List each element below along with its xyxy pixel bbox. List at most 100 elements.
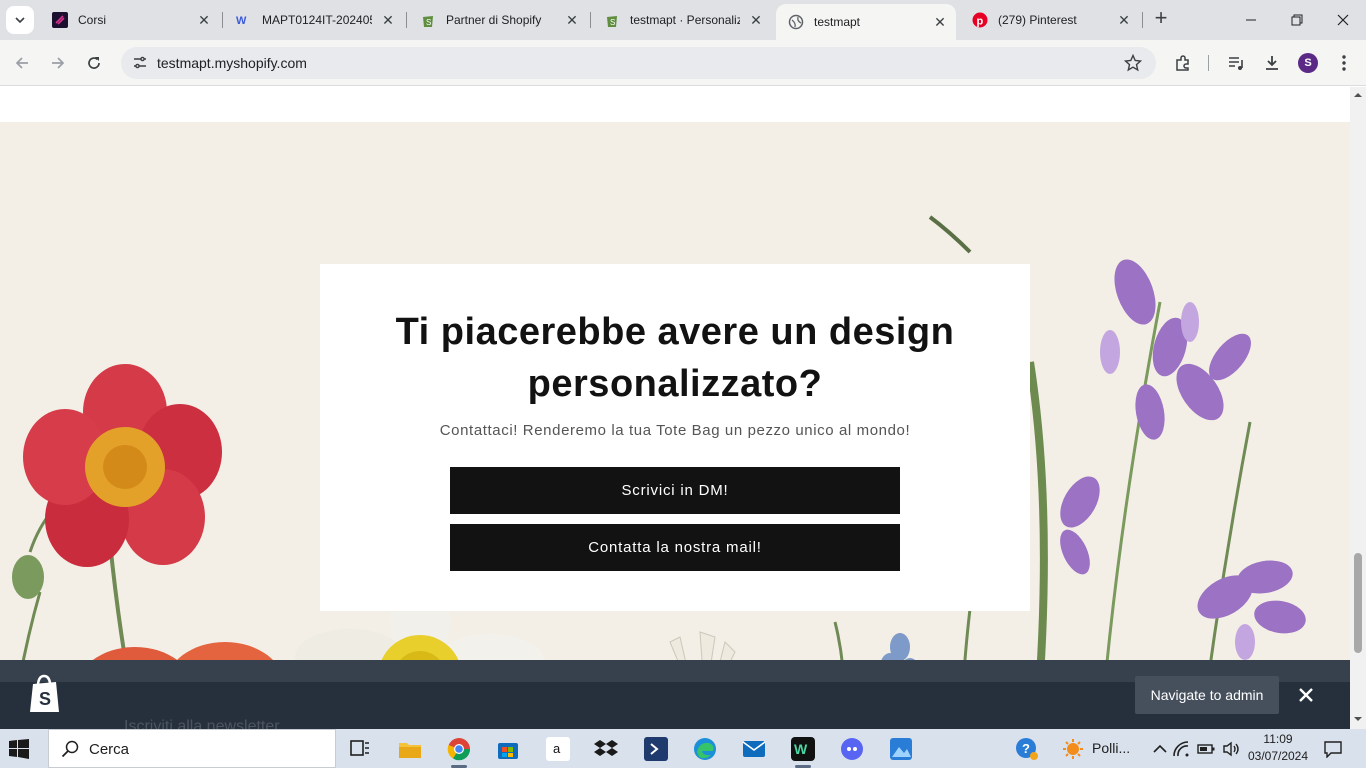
scroll-up-arrow-icon[interactable] xyxy=(1350,89,1366,101)
svg-text:S: S xyxy=(610,18,615,27)
svg-text:a: a xyxy=(553,741,561,756)
clock-date[interactable]: 03/07/2024 xyxy=(1246,749,1310,763)
weather-icon[interactable] xyxy=(1058,734,1088,764)
extensions-button[interactable] xyxy=(1169,49,1197,77)
volume-icon[interactable] xyxy=(1218,734,1244,764)
bookmark-star-icon[interactable] xyxy=(1122,52,1144,74)
navigate-to-admin-button[interactable]: Navigate to admin xyxy=(1135,676,1279,714)
reload-button[interactable] xyxy=(80,49,108,77)
tab-search-button[interactable] xyxy=(6,6,34,34)
close-icon[interactable]: ✕ xyxy=(932,14,948,30)
downloads-button[interactable] xyxy=(1258,49,1286,77)
tab-shopify-partner[interactable]: S Partner di Shopify ✕ xyxy=(408,0,588,40)
close-window-button[interactable] xyxy=(1320,0,1366,40)
browser-tab-strip: Corsi ✕ W MAPT0124IT-2024051 ✕ S Partner… xyxy=(0,0,1366,40)
site-info-icon[interactable] xyxy=(131,54,149,72)
powershell-icon[interactable] xyxy=(641,734,671,764)
arrow-left-icon xyxy=(15,57,28,69)
webex-icon[interactable]: W xyxy=(788,734,818,764)
help-icon[interactable]: ? xyxy=(1012,734,1042,764)
clock-time[interactable]: 11:09 xyxy=(1250,732,1306,746)
menu-button[interactable] xyxy=(1330,49,1358,77)
tab-testmapt-personalizza[interactable]: S testmapt · Personalizza ✕ xyxy=(592,0,772,40)
reload-icon xyxy=(88,57,100,69)
tab-title: (279) Pinterest xyxy=(998,13,1077,27)
task-view-icon[interactable] xyxy=(345,734,375,764)
svg-text:?: ? xyxy=(1022,741,1030,756)
tab-separator xyxy=(406,12,407,28)
scroll-thumb[interactable] xyxy=(1354,553,1362,653)
notifications-icon[interactable] xyxy=(1318,734,1348,764)
tab-title: Partner di Shopify xyxy=(446,13,542,27)
windows-start-icon[interactable] xyxy=(8,738,30,760)
section-heading: Ti piacerebbe avere un design personaliz… xyxy=(395,311,955,405)
weather-label[interactable]: Polli... xyxy=(1092,740,1130,756)
file-explorer-icon[interactable] xyxy=(395,734,425,764)
microsoft-store-icon[interactable] xyxy=(493,734,523,764)
tab-title: MAPT0124IT-2024051 xyxy=(262,13,372,27)
restore-button[interactable] xyxy=(1274,0,1320,40)
wifi-icon[interactable] xyxy=(1168,734,1194,764)
tab-separator xyxy=(1142,12,1143,28)
discord-icon[interactable] xyxy=(837,734,867,764)
close-icon[interactable]: ✕ xyxy=(748,12,764,28)
newsletter-ghost-text: Iscriviti alla newsletter xyxy=(124,718,280,729)
shopify-favicon-icon: S xyxy=(420,12,436,28)
amazon-icon[interactable]: a xyxy=(543,734,573,764)
svg-text:W: W xyxy=(236,15,247,27)
shopify-admin-bar: S Iscriviti alla newsletter Navigate to … xyxy=(0,660,1350,729)
tab-title: Corsi xyxy=(78,13,107,27)
chrome-icon[interactable] xyxy=(444,734,474,764)
page-scrollbar[interactable] xyxy=(1350,87,1366,729)
tab-testmapt[interactable]: testmapt ✕ xyxy=(776,4,956,40)
tab-title: testmapt xyxy=(814,15,861,29)
svg-text:S: S xyxy=(426,18,431,27)
tab-separator xyxy=(222,12,223,28)
close-icon[interactable]: ✕ xyxy=(564,12,580,28)
photos-icon[interactable] xyxy=(886,734,916,764)
corsi-favicon-icon xyxy=(52,12,68,28)
shopify-favicon-icon: S xyxy=(604,12,620,28)
svg-text:W: W xyxy=(794,741,808,757)
dropbox-icon[interactable] xyxy=(591,734,621,764)
mail-icon[interactable] xyxy=(739,734,769,764)
taskbar-search-box[interactable]: Cerca xyxy=(48,729,336,768)
profile-avatar[interactable]: S xyxy=(1298,53,1318,73)
download-icon xyxy=(1266,56,1278,70)
edge-icon[interactable] xyxy=(690,734,720,764)
tab-corsi[interactable]: Corsi ✕ xyxy=(40,0,220,40)
search-icon xyxy=(61,740,79,758)
browser-toolbar: testmapt.myshopify.com S xyxy=(0,40,1366,86)
chevron-down-icon xyxy=(15,17,25,24)
svg-text:S: S xyxy=(39,689,51,709)
back-button[interactable] xyxy=(8,49,36,77)
section-subtext: Contattaci! Renderemo la tua Tote Bag un… xyxy=(439,422,911,439)
new-tab-button[interactable]: + xyxy=(1150,7,1172,30)
close-icon[interactable]: ✕ xyxy=(1116,12,1132,28)
address-bar[interactable]: testmapt.myshopify.com xyxy=(121,47,1156,79)
minimize-button[interactable] xyxy=(1228,0,1274,40)
close-icon[interactable]: ✕ xyxy=(380,12,396,28)
windows-taskbar: Cerca a W ? Polli... 11:09 03/07/2024 xyxy=(0,729,1366,768)
forward-button[interactable] xyxy=(44,49,72,77)
custom-design-card: Ti piacerebbe avere un design personaliz… xyxy=(320,264,1030,611)
tab-title: testmapt · Personalizza xyxy=(630,13,740,27)
scroll-down-arrow-icon[interactable] xyxy=(1350,713,1366,725)
close-icon[interactable]: ✕ xyxy=(196,12,212,28)
taskbar-search-label: Cerca xyxy=(89,741,130,758)
hero-section: Ti piacerebbe avere un design personaliz… xyxy=(0,122,1350,729)
dm-button[interactable]: Scrivici in DM! xyxy=(450,467,900,514)
battery-icon[interactable] xyxy=(1193,734,1219,764)
svg-text:p: p xyxy=(977,16,984,28)
tab-mapt[interactable]: W MAPT0124IT-2024051 ✕ xyxy=(224,0,404,40)
page-viewport: Ti piacerebbe avere un design personaliz… xyxy=(0,87,1350,729)
url-text[interactable]: testmapt.myshopify.com xyxy=(157,55,307,71)
globe-favicon-icon xyxy=(788,14,804,30)
tab-pinterest[interactable]: p (279) Pinterest ✕ xyxy=(960,0,1140,40)
shopify-bag-icon[interactable]: S xyxy=(28,674,62,714)
close-icon[interactable] xyxy=(1296,685,1316,705)
arrow-right-icon xyxy=(52,57,65,69)
mail-button[interactable]: Contatta la nostra mail! xyxy=(450,524,900,571)
toolbar-divider xyxy=(1208,55,1209,71)
media-control-button[interactable] xyxy=(1222,49,1250,77)
